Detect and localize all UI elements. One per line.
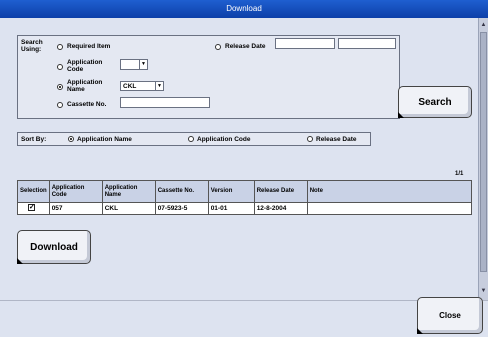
- search-panel: Search Using: Required Item Application …: [17, 35, 400, 119]
- scroll-up-icon[interactable]: ▲: [480, 20, 487, 30]
- sort-label-release-date: Release Date: [316, 136, 357, 143]
- row-cassette-no: 07-5923-5: [154, 202, 209, 215]
- column-header-application-code: Application Code: [48, 180, 103, 203]
- column-header-note: Note: [306, 180, 473, 203]
- release-date-from-input[interactable]: [275, 38, 335, 49]
- selection-checkbox[interactable]: [28, 203, 35, 211]
- close-button[interactable]: Close: [417, 297, 483, 334]
- results-table: Selection Application Code Application N…: [17, 180, 473, 215]
- download-button[interactable]: Download: [17, 230, 91, 264]
- application-code-select[interactable]: ▼: [120, 59, 148, 70]
- row-release-date: 12-8-2004: [253, 202, 308, 215]
- application-name-value: CKL: [123, 83, 137, 90]
- radio-label-cassette-no: Cassette No.: [67, 101, 107, 108]
- cassette-no-input[interactable]: [120, 97, 210, 108]
- scroll-down-icon[interactable]: ▼: [480, 286, 487, 296]
- sort-radio-application-code[interactable]: [188, 136, 194, 142]
- row-note: [306, 202, 473, 215]
- column-header-cassette-no: Cassette No.: [154, 180, 209, 203]
- page-indicator: 1/1: [455, 171, 464, 177]
- row-version: 01-01: [207, 202, 255, 215]
- chevron-down-icon: ▼: [155, 82, 163, 90]
- title-bar: Download: [0, 0, 488, 18]
- table-row[interactable]: 057 CKL 07-5923-5 01-01 12-8-2004: [17, 202, 473, 215]
- radio-cassette-no[interactable]: [57, 102, 63, 108]
- radio-release-date[interactable]: [215, 44, 221, 50]
- radio-label-application-name: Application Name: [67, 79, 103, 93]
- close-button-label: Close: [439, 311, 461, 320]
- column-header-version: Version: [207, 180, 255, 203]
- download-button-label: Download: [30, 241, 78, 253]
- window-title: Download: [226, 4, 262, 13]
- sort-label-application-code: Application Code: [197, 136, 251, 143]
- search-button-label: Search: [418, 96, 452, 108]
- radio-label-application-code: Application Code: [67, 59, 103, 73]
- scrollbar-thumb[interactable]: [480, 32, 487, 272]
- sort-radio-release-date[interactable]: [307, 136, 313, 142]
- sort-radio-application-name[interactable]: [68, 136, 74, 142]
- sort-label-application-name: Application Name: [77, 136, 132, 143]
- sort-panel: Sort By: Application Name Application Co…: [17, 132, 371, 146]
- footer-bar: Close: [0, 297, 488, 337]
- radio-application-name[interactable]: [57, 84, 63, 90]
- chevron-down-icon: ▼: [139, 60, 147, 69]
- radio-label-required-item: Required Item: [67, 43, 111, 50]
- release-date-to-input[interactable]: [338, 38, 396, 49]
- row-application-code: 057: [48, 202, 103, 215]
- table-header-row: Selection Application Code Application N…: [17, 180, 473, 203]
- search-button[interactable]: Search: [398, 86, 472, 118]
- radio-application-code[interactable]: [57, 64, 63, 70]
- application-name-select[interactable]: CKL ▼: [120, 81, 164, 91]
- radio-required-item[interactable]: [57, 44, 63, 50]
- radio-label-release-date: Release Date: [225, 43, 266, 50]
- column-header-release-date: Release Date: [253, 180, 308, 203]
- vertical-scrollbar[interactable]: ▲ ▼: [478, 18, 488, 300]
- dialog-content: Search Using: Required Item Application …: [0, 18, 478, 300]
- search-using-label: Search Using:: [21, 39, 43, 53]
- row-application-name: CKL: [101, 202, 156, 215]
- column-header-application-name: Application Name: [101, 180, 156, 203]
- column-header-selection: Selection: [17, 180, 50, 203]
- sort-by-label: Sort By:: [21, 136, 47, 143]
- row-selection-cell[interactable]: [17, 202, 50, 215]
